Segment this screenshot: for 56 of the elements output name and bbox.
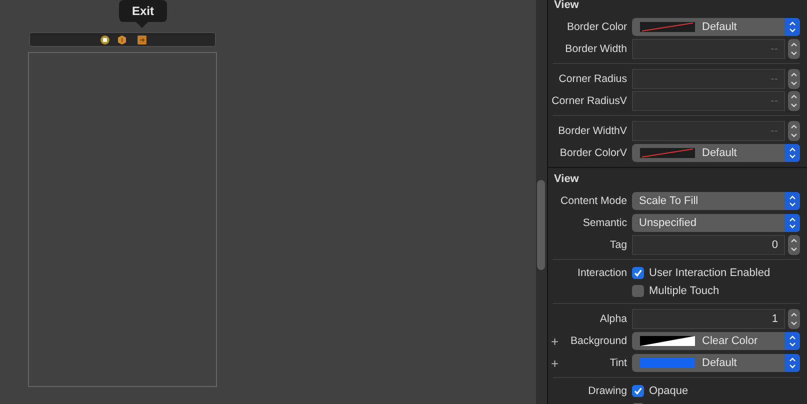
scrollbar-thumb[interactable] <box>537 180 545 270</box>
field-label: Alpha <box>600 313 627 325</box>
color-swatch <box>640 22 695 32</box>
field-label: Border ColorV <box>560 147 627 159</box>
updown-icon <box>785 18 800 36</box>
checkbox[interactable] <box>632 385 644 397</box>
field-label: Corner Radius <box>558 73 627 85</box>
dropdown[interactable]: Default <box>632 354 800 372</box>
updown-icon <box>785 192 800 210</box>
stepper[interactable] <box>788 309 800 329</box>
updown-icon <box>785 332 800 350</box>
updown-icon <box>785 144 800 162</box>
ring-icon[interactable] <box>100 34 110 44</box>
section-header: View <box>553 172 579 187</box>
field-label: Interaction <box>578 267 627 279</box>
stepper[interactable] <box>788 39 800 59</box>
dropdown[interactable]: Scale To Fill <box>632 192 800 210</box>
dropdown[interactable]: Default <box>632 18 800 36</box>
checkbox[interactable] <box>632 267 644 279</box>
stepper[interactable] <box>788 235 800 255</box>
exit-square-icon[interactable] <box>137 34 147 44</box>
input-field[interactable]: -- <box>632 69 785 89</box>
field-label: Tint <box>610 357 627 369</box>
stepper[interactable] <box>788 69 800 89</box>
add-button[interactable]: + <box>551 334 559 348</box>
color-swatch <box>640 148 695 158</box>
dropdown[interactable]: Clear Color <box>632 332 800 350</box>
dropdown[interactable]: Default <box>632 144 800 162</box>
checkbox[interactable] <box>632 285 644 297</box>
field-label: Border WidthV <box>558 125 627 137</box>
stepper[interactable] <box>788 121 800 141</box>
field-label: Tag <box>610 239 627 251</box>
checkbox-label[interactable]: Multiple Touch <box>649 285 720 297</box>
updown-icon <box>785 354 800 372</box>
input-field[interactable]: -- <box>632 91 785 111</box>
tooltip: Exit <box>119 0 167 28</box>
stepper[interactable] <box>788 91 800 111</box>
checkbox-label[interactable]: User Interaction Enabled <box>649 267 770 279</box>
input-field[interactable]: 0 <box>632 235 785 255</box>
section-header: View <box>553 0 579 13</box>
field-label: Semantic <box>582 217 627 229</box>
color-swatch <box>640 336 695 346</box>
field-label: Border Width <box>565 43 627 55</box>
hexagon-icon[interactable] <box>117 34 127 44</box>
field-label: Corner RadiusV <box>552 95 627 107</box>
field-label: Drawing <box>588 385 627 397</box>
field-label: Border Color <box>566 21 627 33</box>
updown-icon <box>785 214 800 232</box>
input-field[interactable]: -- <box>632 121 785 141</box>
dropdown[interactable]: Unspecified <box>632 214 800 232</box>
add-button[interactable]: + <box>551 356 559 370</box>
checkbox-label[interactable]: Opaque <box>649 385 688 397</box>
input-field[interactable]: -- <box>632 39 785 59</box>
input-field[interactable]: 1 <box>632 309 785 329</box>
field-label: Background <box>570 335 627 347</box>
field-label: Content Mode <box>560 195 627 207</box>
